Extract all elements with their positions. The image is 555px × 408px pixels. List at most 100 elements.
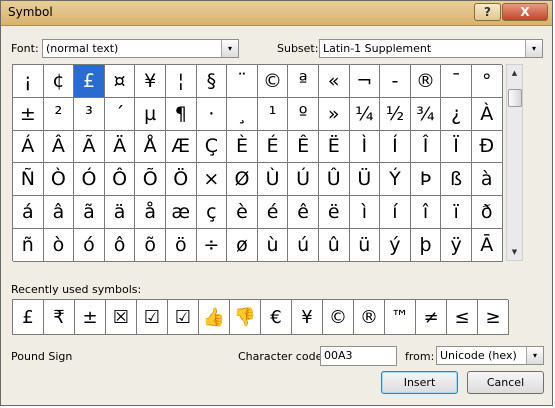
symbol-cell[interactable]: ¹ xyxy=(257,97,289,131)
chevron-down-icon[interactable]: ▾ xyxy=(221,40,238,57)
symbol-cell[interactable]: ¡ xyxy=(13,65,44,98)
symbol-cell[interactable]: Æ xyxy=(165,130,197,164)
font-dropdown[interactable]: (normal text) ▾ xyxy=(42,39,239,58)
symbol-cell[interactable]: è xyxy=(227,196,258,229)
symbol-cell[interactable]: ¶ xyxy=(165,97,197,131)
symbol-cell[interactable]: Ü xyxy=(349,163,381,197)
symbol-cell[interactable]: ð xyxy=(471,196,503,229)
symbol-cell[interactable]: ¾ xyxy=(410,97,442,131)
symbol-cell[interactable]: ú xyxy=(288,228,319,262)
symbol-cell[interactable]: - xyxy=(380,65,411,98)
symbol-cell[interactable]: Ê xyxy=(288,130,319,164)
symbol-cell[interactable]: ø xyxy=(227,228,258,262)
symbol-cell[interactable]: û xyxy=(318,228,350,262)
recent-symbol-cell[interactable]: ± xyxy=(75,300,106,335)
symbol-cell[interactable]: ´ xyxy=(104,97,136,131)
recent-symbol-cell[interactable]: 👍 xyxy=(199,300,230,335)
symbol-cell[interactable]: ¬ xyxy=(349,65,381,98)
cancel-button[interactable]: Cancel xyxy=(467,371,544,394)
recent-symbol-cell[interactable]: ≤ xyxy=(447,300,478,335)
symbol-cell[interactable]: ½ xyxy=(380,97,411,131)
recent-symbol-cell[interactable]: € xyxy=(261,300,292,335)
symbol-cell[interactable]: ± xyxy=(13,97,44,131)
recent-symbol-cell[interactable]: ™ xyxy=(385,300,416,335)
recent-symbol-cell[interactable]: ☒ xyxy=(106,300,137,335)
symbol-cell[interactable]: © xyxy=(257,65,289,98)
close-button[interactable]: X xyxy=(502,3,548,21)
symbol-cell[interactable]: ¢ xyxy=(43,65,75,98)
symbol-cell[interactable]: ê xyxy=(288,196,319,229)
from-dropdown[interactable]: Unicode (hex) ▾ xyxy=(436,346,544,365)
symbol-cell[interactable]: ® xyxy=(410,65,442,98)
symbol-cell[interactable]: Ë xyxy=(318,130,350,164)
symbol-cell[interactable]: Î xyxy=(410,130,442,164)
symbol-cell[interactable]: º xyxy=(288,97,319,131)
recent-symbol-cell[interactable]: ☑ xyxy=(168,300,199,335)
recent-symbol-cell[interactable]: ₹ xyxy=(44,300,75,335)
symbol-cell[interactable]: ß xyxy=(441,163,472,197)
symbol-cell[interactable]: ° xyxy=(471,65,503,98)
symbol-cell[interactable]: Þ xyxy=(410,163,442,197)
symbol-cell[interactable]: ¼ xyxy=(349,97,381,131)
symbol-cell[interactable]: ÷ xyxy=(196,228,228,262)
symbol-cell[interactable]: ¥ xyxy=(135,65,166,98)
symbol-cell[interactable]: Ï xyxy=(441,130,472,164)
recent-symbol-cell[interactable]: 👎 xyxy=(230,300,261,335)
recent-symbol-cell[interactable]: ≥ xyxy=(478,300,509,335)
symbol-cell[interactable]: ³ xyxy=(74,97,105,131)
symbol-cell[interactable]: Õ xyxy=(135,163,166,197)
symbol-cell[interactable]: Ú xyxy=(288,163,319,197)
symbol-cell[interactable]: Â xyxy=(43,130,75,164)
symbol-cell[interactable]: È xyxy=(227,130,258,164)
symbol-cell[interactable]: · xyxy=(196,97,228,131)
symbol-cell[interactable]: Ø xyxy=(227,163,258,197)
scroll-up-icon[interactable]: ▲ xyxy=(507,66,522,80)
symbol-cell[interactable]: ã xyxy=(74,196,105,229)
symbol-cell[interactable]: Ò xyxy=(43,163,75,197)
symbol-cell[interactable]: Í xyxy=(380,130,411,164)
recent-symbol-cell[interactable]: ☑ xyxy=(137,300,168,335)
symbol-cell[interactable]: ¯ xyxy=(441,65,472,98)
recent-symbol-cell[interactable]: ® xyxy=(354,300,385,335)
symbol-cell[interactable]: Ç xyxy=(196,130,228,164)
symbol-cell[interactable]: à xyxy=(471,163,503,197)
scrollbar-thumb[interactable] xyxy=(508,89,522,107)
symbol-cell[interactable]: ï xyxy=(441,196,472,229)
symbol-cell[interactable]: Ā xyxy=(471,228,503,262)
symbol-cell[interactable]: ¿ xyxy=(441,97,472,131)
symbol-cell[interactable]: ª xyxy=(288,65,319,98)
symbol-cell[interactable]: ó xyxy=(74,228,105,262)
symbol-cell[interactable]: å xyxy=(135,196,166,229)
symbol-cell[interactable]: æ xyxy=(165,196,197,229)
chevron-down-icon[interactable]: ▾ xyxy=(525,40,542,57)
symbol-cell[interactable]: á xyxy=(13,196,44,229)
symbol-cell[interactable]: Ö xyxy=(165,163,197,197)
symbol-cell[interactable]: Ä xyxy=(104,130,136,164)
symbol-cell[interactable]: Ý xyxy=(380,163,411,197)
symbol-cell[interactable]: ì xyxy=(349,196,381,229)
symbol-cell[interactable]: þ xyxy=(410,228,442,262)
symbol-cell[interactable]: í xyxy=(380,196,411,229)
symbol-cell[interactable]: ¸ xyxy=(227,97,258,131)
symbol-cell[interactable]: ¦ xyxy=(165,65,197,98)
symbol-cell[interactable]: µ xyxy=(135,97,166,131)
symbol-cell[interactable]: Å xyxy=(135,130,166,164)
insert-button[interactable]: Insert xyxy=(381,371,458,394)
symbol-cell[interactable]: î xyxy=(410,196,442,229)
symbol-cell[interactable]: ë xyxy=(318,196,350,229)
symbol-cell[interactable]: ä xyxy=(104,196,136,229)
symbol-cell[interactable]: Á xyxy=(13,130,44,164)
symbol-cell[interactable]: Đ xyxy=(471,130,503,164)
symbol-cell[interactable]: ² xyxy=(43,97,75,131)
symbol-cell[interactable]: ò xyxy=(43,228,75,262)
symbol-cell[interactable]: « xyxy=(318,65,350,98)
subset-dropdown[interactable]: Latin-1 Supplement ▾ xyxy=(319,39,543,58)
symbol-cell[interactable]: Ñ xyxy=(13,163,44,197)
character-code-field[interactable]: 00A3 xyxy=(320,346,397,366)
symbol-cell[interactable]: ñ xyxy=(13,228,44,262)
symbol-cell[interactable]: Ã xyxy=(74,130,105,164)
recent-symbol-cell[interactable]: © xyxy=(323,300,354,335)
symbol-cell[interactable]: õ xyxy=(135,228,166,262)
symbol-cell[interactable]: Û xyxy=(318,163,350,197)
symbol-cell[interactable]: » xyxy=(318,97,350,131)
